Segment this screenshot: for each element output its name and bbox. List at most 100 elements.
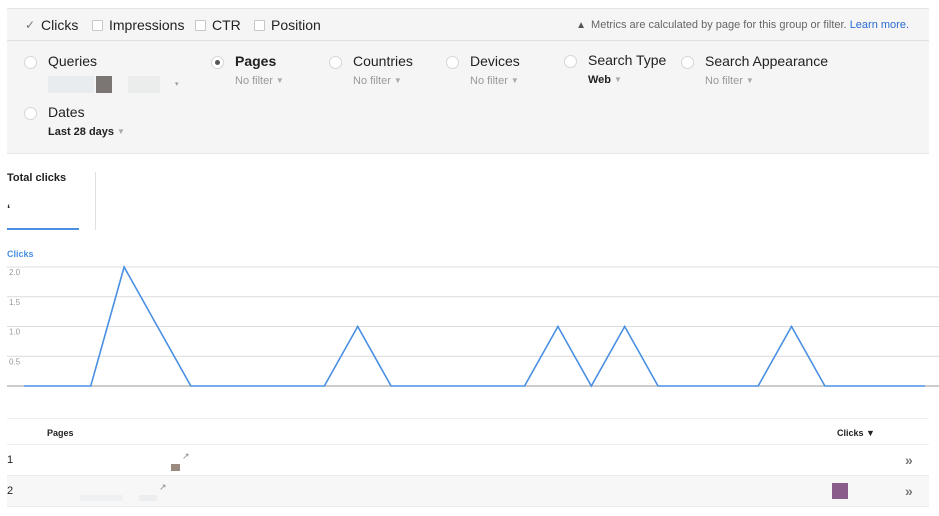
redacted-page-url — [139, 495, 157, 501]
dropdown-caret-icon: ▼ — [510, 76, 519, 85]
radio-button-selected[interactable] — [211, 56, 224, 69]
column-header-pages[interactable]: Pages — [47, 428, 74, 438]
filter-value: Web — [588, 74, 612, 86]
data-point[interactable] — [187, 382, 195, 390]
filter-name: Search Type — [588, 52, 667, 68]
filter-value: No filter — [353, 75, 391, 87]
filter-name: Dates — [48, 104, 85, 120]
filter-search-type[interactable]: Search Type Web ▼ — [564, 52, 674, 92]
filter-name: Devices — [470, 53, 520, 69]
filter-name: Search Appearance — [705, 53, 828, 69]
data-point[interactable] — [554, 323, 562, 331]
row-index: 2 — [7, 485, 14, 497]
filter-dates[interactable]: Dates Last 28 days ▼ — [24, 104, 164, 144]
dropdown-caret-icon[interactable]: ▾ — [175, 80, 179, 88]
filter-value-dropdown[interactable]: No filter ▼ — [353, 75, 402, 87]
metric-clicks[interactable]: ✓ Clicks — [25, 17, 78, 33]
checkbox[interactable] — [92, 19, 103, 31]
data-point[interactable] — [254, 382, 262, 390]
metric-label: Position — [271, 17, 321, 33]
data-point[interactable] — [487, 382, 495, 390]
clicks-line-chart: 2.0 1.5 1.0 0.5 — [7, 263, 939, 390]
checkbox[interactable] — [254, 19, 265, 31]
filter-name: Pages — [235, 53, 277, 69]
filter-value-dropdown[interactable]: Web ▼ — [588, 74, 622, 86]
open-in-new-icon[interactable]: ↗ — [159, 482, 167, 493]
radio-button[interactable] — [24, 107, 37, 120]
redacted-text — [96, 76, 112, 93]
learn-more-link[interactable]: Learn more. — [850, 19, 909, 31]
column-header-clicks[interactable]: Clicks ▼ — [837, 428, 875, 438]
filter-devices[interactable]: Devices No filter ▼ — [446, 53, 556, 93]
metric-label: Impressions — [109, 17, 185, 33]
checkbox[interactable] — [195, 19, 206, 31]
data-point[interactable] — [621, 323, 629, 331]
data-point[interactable] — [153, 323, 161, 331]
data-point[interactable] — [53, 382, 61, 390]
filter-value: No filter — [470, 75, 508, 87]
data-point[interactable] — [888, 382, 896, 390]
data-point[interactable] — [120, 263, 128, 271]
redacted-page-url — [171, 464, 180, 471]
data-point[interactable] — [354, 323, 362, 331]
filter-search-appearance[interactable]: Search Appearance No filter ▼ — [681, 53, 841, 93]
data-point[interactable] — [454, 382, 462, 390]
dropdown-caret-icon: ▼ — [614, 75, 622, 84]
data-point[interactable] — [87, 382, 95, 390]
data-point[interactable] — [721, 382, 729, 390]
metric-position[interactable]: Position — [254, 17, 321, 33]
metric-label: CTR — [212, 17, 241, 33]
data-point[interactable] — [287, 382, 295, 390]
redacted-clicks-value — [832, 483, 848, 499]
data-point[interactable] — [654, 382, 662, 390]
notice-text: Metrics are calculated by page for this … — [591, 19, 847, 31]
metric-impressions[interactable]: Impressions — [92, 17, 184, 33]
data-point[interactable] — [854, 382, 862, 390]
data-point[interactable] — [387, 382, 395, 390]
data-point[interactable] — [754, 382, 762, 390]
data-point[interactable] — [921, 382, 929, 390]
data-point[interactable] — [220, 382, 228, 390]
table-row[interactable]: 1 ↗ » — [7, 445, 929, 476]
open-in-new-icon[interactable]: ↗ — [182, 451, 190, 462]
total-clicks-value: ʻ — [7, 202, 11, 216]
filter-panel: Queries ▾ Pages No filter ▼ Countries No … — [7, 41, 929, 154]
filter-countries[interactable]: Countries No filter ▼ — [329, 53, 439, 93]
data-point[interactable] — [320, 382, 328, 390]
table-row[interactable]: 2 ↗ » — [7, 476, 929, 507]
radio-button[interactable] — [446, 56, 459, 69]
filter-value-dropdown[interactable]: Last 28 days ▼ — [48, 126, 125, 138]
filter-pages[interactable]: Pages No filter ▼ — [211, 53, 321, 93]
dropdown-caret-icon: ▼ — [745, 76, 754, 85]
filter-value: No filter — [705, 75, 743, 87]
data-point[interactable] — [788, 323, 796, 331]
row-index: 1 — [7, 454, 14, 466]
filter-value-dropdown[interactable]: No filter ▼ — [235, 75, 284, 87]
data-point[interactable] — [20, 382, 28, 390]
dropdown-caret-icon: ▼ — [117, 127, 125, 136]
total-clicks-card[interactable]: Total clicks ʻ — [7, 172, 79, 230]
metrics-bar: ✓ Clicks Impressions CTR Position ▲ Metr… — [7, 8, 929, 41]
data-point[interactable] — [687, 382, 695, 390]
radio-button[interactable] — [24, 56, 37, 69]
metric-ctr[interactable]: CTR — [195, 17, 241, 33]
filter-queries[interactable]: Queries ▾ — [24, 53, 204, 93]
redacted-page-url — [80, 495, 123, 501]
dropdown-caret-icon: ▼ — [393, 76, 402, 85]
filter-name: Queries — [48, 53, 98, 69]
data-point[interactable] — [420, 382, 428, 390]
data-point[interactable] — [587, 382, 595, 390]
pages-table: Pages Clicks ▼ 1 ↗ » 2 ↗ » — [7, 418, 929, 507]
warning-icon: ▲ — [576, 20, 586, 31]
radio-button[interactable] — [329, 56, 342, 69]
filter-value-dropdown[interactable]: No filter ▼ — [705, 75, 754, 87]
radio-button[interactable] — [681, 56, 694, 69]
expand-row-icon[interactable]: » — [905, 452, 913, 468]
data-point[interactable] — [521, 382, 529, 390]
expand-row-icon[interactable]: » — [905, 483, 913, 499]
redacted-text — [48, 76, 94, 93]
y-tick-label: 1.0 — [9, 328, 21, 337]
data-point[interactable] — [821, 382, 829, 390]
radio-button[interactable] — [564, 55, 577, 68]
filter-value-dropdown[interactable]: No filter ▼ — [470, 75, 519, 87]
